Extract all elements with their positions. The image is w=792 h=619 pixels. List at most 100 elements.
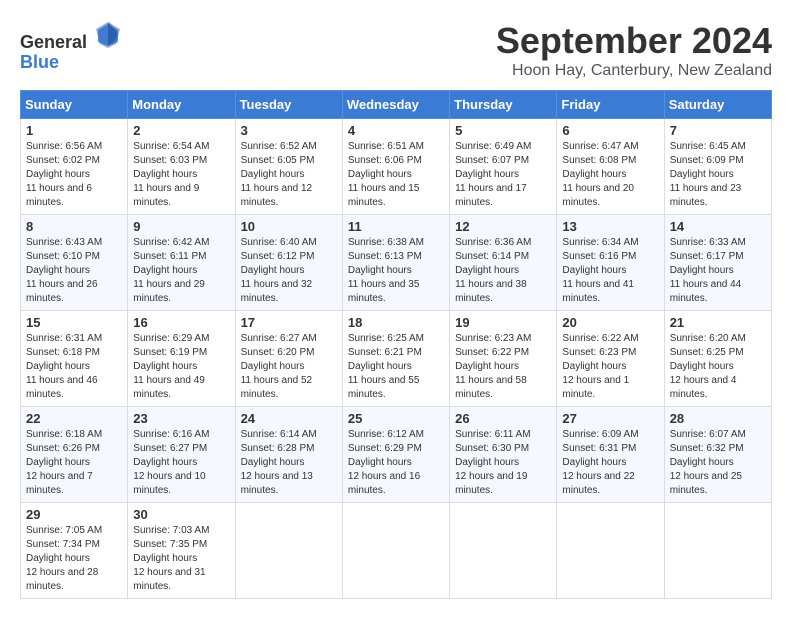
day-number: 2	[133, 123, 229, 138]
calendar-cell: 12 Sunrise: 6:36 AMSunset: 6:14 PMDayligh…	[450, 215, 557, 311]
day-number: 29	[26, 507, 122, 522]
calendar-cell: 25Sunrise: 6:12 AMSunset: 6:29 PMDayligh…	[342, 407, 449, 503]
weekday-header-tuesday: Tuesday	[235, 91, 342, 119]
weekday-header-friday: Friday	[557, 91, 664, 119]
calendar-cell: 5Sunrise: 6:49 AMSunset: 6:07 PMDaylight…	[450, 119, 557, 215]
day-number: 7	[670, 123, 766, 138]
day-info: Sunrise: 7:03 AMSunset: 7:35 PMDaylight …	[133, 524, 229, 594]
calendar-cell: 19 Sunrise: 6:23 AMSunset: 6:22 PMDayligh…	[450, 311, 557, 407]
day-info: Sunrise: 6:20 AMSunset: 6:25 PMDaylight …	[670, 332, 766, 402]
day-info: Sunrise: 6:40 AMSunset: 6:12 PMDaylight …	[241, 236, 337, 306]
calendar-header-row: SundayMondayTuesdayWednesdayThursdayFrid…	[21, 91, 772, 119]
day-info: Sunrise: 6:38 AMSunset: 6:13 PMDaylight …	[348, 236, 444, 306]
day-number: 21	[670, 315, 766, 330]
calendar-cell: 13 Sunrise: 6:34 AMSunset: 6:16 PMDayligh…	[557, 215, 664, 311]
calendar-cell: 17 Sunrise: 6:27 AMSunset: 6:20 PMDayligh…	[235, 311, 342, 407]
day-number: 24	[241, 411, 337, 426]
calendar-cell: 29 Sunrise: 7:05 AMSunset: 7:34 PMDayligh…	[21, 503, 128, 599]
day-number: 18	[348, 315, 444, 330]
month-title: September 2024	[496, 20, 772, 62]
calendar-cell: 2Sunrise: 6:54 AMSunset: 6:03 PMDaylight…	[128, 119, 235, 215]
calendar-cell: 21 Sunrise: 6:20 AMSunset: 6:25 PMDayligh…	[664, 311, 771, 407]
calendar-cell: 16Sunrise: 6:29 AMSunset: 6:19 PMDayligh…	[128, 311, 235, 407]
weekday-header-wednesday: Wednesday	[342, 91, 449, 119]
calendar-cell: 9 Sunrise: 6:42 AMSunset: 6:11 PMDaylight…	[128, 215, 235, 311]
calendar-cell: 8 Sunrise: 6:43 AMSunset: 6:10 PMDaylight…	[21, 215, 128, 311]
weekday-header-saturday: Saturday	[664, 91, 771, 119]
day-info: Sunrise: 6:18 AMSunset: 6:26 PMDaylight …	[26, 428, 122, 498]
day-number: 22	[26, 411, 122, 426]
day-info: Sunrise: 6:33 AMSunset: 6:17 PMDaylight …	[670, 236, 766, 306]
day-info: Sunrise: 6:52 AMSunset: 6:05 PMDaylight …	[241, 140, 337, 210]
day-info: Sunrise: 7:05 AMSunset: 7:34 PMDaylight …	[26, 524, 122, 594]
day-number: 13	[562, 219, 658, 234]
calendar-cell	[235, 503, 342, 599]
weekday-header-sunday: Sunday	[21, 91, 128, 119]
day-number: 9	[133, 219, 229, 234]
day-info: Sunrise: 6:14 AMSunset: 6:28 PMDaylight …	[241, 428, 337, 498]
calendar-cell: 23 Sunrise: 6:16 AMSunset: 6:27 PMDayligh…	[128, 407, 235, 503]
calendar-cell: 30 Sunrise: 7:03 AMSunset: 7:35 PMDayligh…	[128, 503, 235, 599]
day-info: Sunrise: 6:42 AMSunset: 6:11 PMDaylight …	[133, 236, 229, 306]
day-number: 10	[241, 219, 337, 234]
day-info: Sunrise: 6:43 AMSunset: 6:10 PMDaylight …	[26, 236, 122, 306]
day-number: 17	[241, 315, 337, 330]
calendar-week-row: 22 Sunrise: 6:18 AMSunset: 6:26 PMDayligh…	[21, 407, 772, 503]
calendar-body: 1Sunrise: 6:56 AMSunset: 6:02 PMDaylight…	[21, 119, 772, 599]
day-info: Sunrise: 6:11 AMSunset: 6:30 PMDaylight …	[455, 428, 551, 498]
calendar-week-row: 8 Sunrise: 6:43 AMSunset: 6:10 PMDaylight…	[21, 215, 772, 311]
day-number: 30	[133, 507, 229, 522]
calendar-cell: 6Sunrise: 6:47 AMSunset: 6:08 PMDaylight…	[557, 119, 664, 215]
day-number: 28	[670, 411, 766, 426]
day-number: 4	[348, 123, 444, 138]
day-info: Sunrise: 6:27 AMSunset: 6:20 PMDaylight …	[241, 332, 337, 402]
day-number: 8	[26, 219, 122, 234]
calendar-cell: 18 Sunrise: 6:25 AMSunset: 6:21 PMDayligh…	[342, 311, 449, 407]
calendar-cell: 11Sunrise: 6:38 AMSunset: 6:13 PMDayligh…	[342, 215, 449, 311]
day-info: Sunrise: 6:22 AMSunset: 6:23 PMDaylight …	[562, 332, 658, 402]
logo: General Blue	[20, 20, 122, 73]
logo-general: General	[20, 32, 87, 52]
day-number: 12	[455, 219, 551, 234]
calendar-cell: 26Sunrise: 6:11 AMSunset: 6:30 PMDayligh…	[450, 407, 557, 503]
calendar-cell	[664, 503, 771, 599]
day-number: 19	[455, 315, 551, 330]
day-info: Sunrise: 6:09 AMSunset: 6:31 PMDaylight …	[562, 428, 658, 498]
day-number: 14	[670, 219, 766, 234]
day-info: Sunrise: 6:34 AMSunset: 6:16 PMDaylight …	[562, 236, 658, 306]
day-info: Sunrise: 6:16 AMSunset: 6:27 PMDaylight …	[133, 428, 229, 498]
day-number: 23	[133, 411, 229, 426]
calendar-cell: 20 Sunrise: 6:22 AMSunset: 6:23 PMDayligh…	[557, 311, 664, 407]
day-info: Sunrise: 6:07 AMSunset: 6:32 PMDaylight …	[670, 428, 766, 498]
day-info: Sunrise: 6:25 AMSunset: 6:21 PMDaylight …	[348, 332, 444, 402]
day-info: Sunrise: 6:51 AMSunset: 6:06 PMDaylight …	[348, 140, 444, 210]
day-info: Sunrise: 6:29 AMSunset: 6:19 PMDaylight …	[133, 332, 229, 402]
logo-icon	[94, 20, 122, 48]
calendar-week-row: 1Sunrise: 6:56 AMSunset: 6:02 PMDaylight…	[21, 119, 772, 215]
calendar-table: SundayMondayTuesdayWednesdayThursdayFrid…	[20, 90, 772, 599]
calendar-cell: 27 Sunrise: 6:09 AMSunset: 6:31 PMDayligh…	[557, 407, 664, 503]
calendar-cell: 22 Sunrise: 6:18 AMSunset: 6:26 PMDayligh…	[21, 407, 128, 503]
day-number: 27	[562, 411, 658, 426]
day-number: 20	[562, 315, 658, 330]
day-info: Sunrise: 6:36 AMSunset: 6:14 PMDaylight …	[455, 236, 551, 306]
calendar-cell: 3 Sunrise: 6:52 AMSunset: 6:05 PMDaylight…	[235, 119, 342, 215]
day-number: 3	[241, 123, 337, 138]
logo-blue: Blue	[20, 52, 59, 72]
day-info: Sunrise: 6:12 AMSunset: 6:29 PMDaylight …	[348, 428, 444, 498]
day-info: Sunrise: 6:23 AMSunset: 6:22 PMDaylight …	[455, 332, 551, 402]
calendar-cell: 10 Sunrise: 6:40 AMSunset: 6:12 PMDayligh…	[235, 215, 342, 311]
weekday-header-thursday: Thursday	[450, 91, 557, 119]
day-number: 15	[26, 315, 122, 330]
page-header: General Blue September 2024 Hoon Hay, Ca…	[20, 20, 772, 80]
calendar-cell: 14 Sunrise: 6:33 AMSunset: 6:17 PMDayligh…	[664, 215, 771, 311]
calendar-cell: 4 Sunrise: 6:51 AMSunset: 6:06 PMDaylight…	[342, 119, 449, 215]
calendar-cell: 28 Sunrise: 6:07 AMSunset: 6:32 PMDayligh…	[664, 407, 771, 503]
location-title: Hoon Hay, Canterbury, New Zealand	[496, 62, 772, 80]
day-info: Sunrise: 6:45 AMSunset: 6:09 PMDaylight …	[670, 140, 766, 210]
calendar-cell	[557, 503, 664, 599]
calendar-cell: 7 Sunrise: 6:45 AMSunset: 6:09 PMDaylight…	[664, 119, 771, 215]
logo-text: General	[20, 20, 122, 53]
day-number: 5	[455, 123, 551, 138]
day-number: 6	[562, 123, 658, 138]
